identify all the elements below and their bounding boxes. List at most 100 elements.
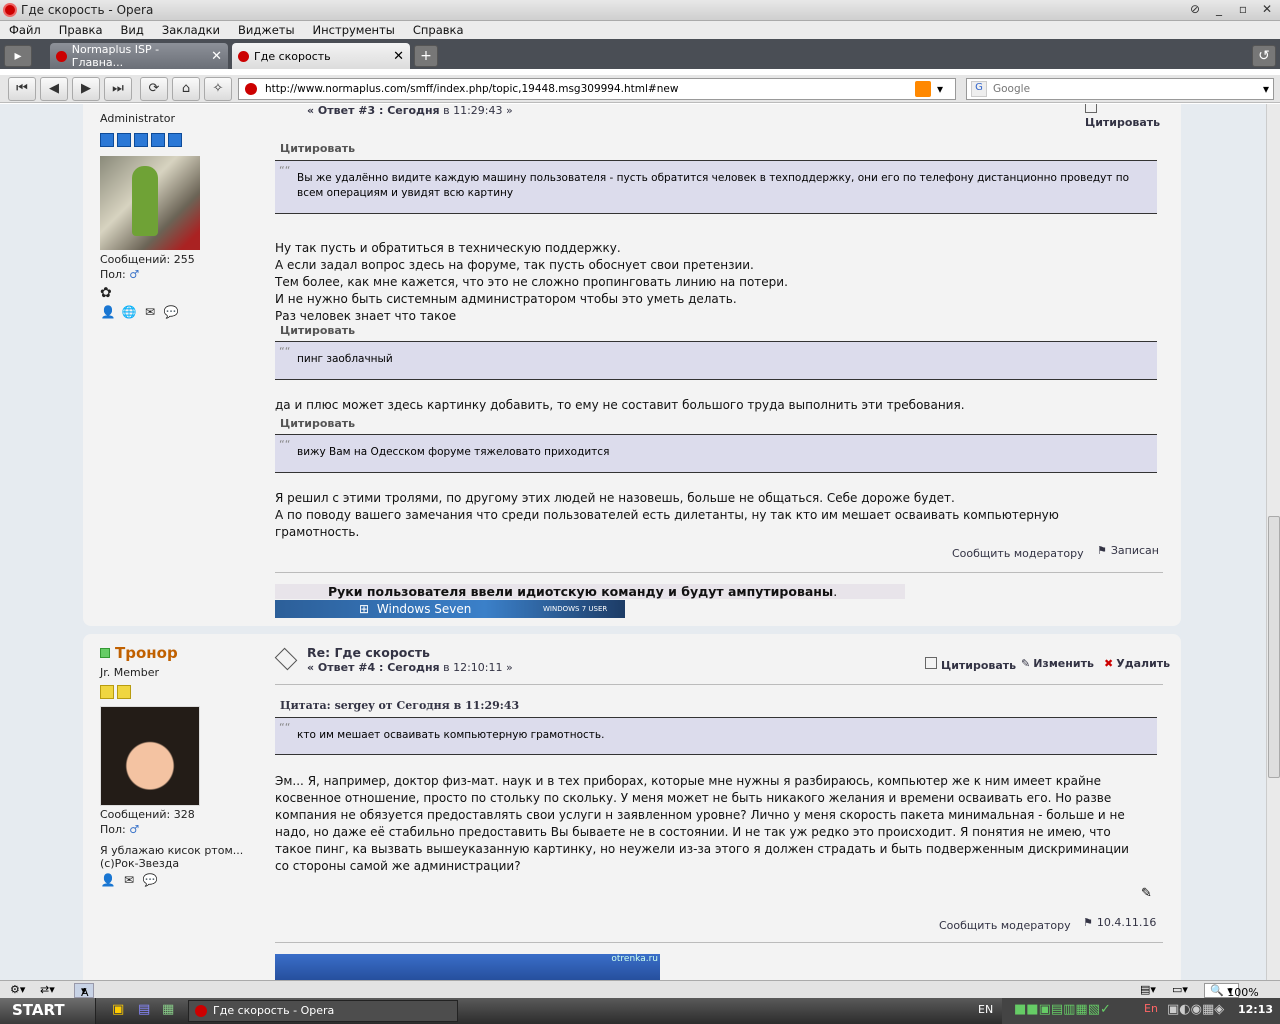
tray-icon[interactable]: En — [1144, 1002, 1158, 1015]
new-tab-button[interactable]: + — [414, 45, 438, 67]
report-link[interactable]: Сообщить модератору — [939, 919, 1071, 932]
quote-header[interactable]: Цитата: sergey от Сегодня в 11:29:43 — [280, 699, 519, 712]
quote-header[interactable]: Цитировать — [280, 417, 355, 430]
post-title[interactable]: Re: Где скорость — [307, 645, 430, 660]
vertical-scrollbar[interactable] — [1266, 104, 1280, 980]
website-icon[interactable]: 🌐 — [121, 305, 137, 321]
post-topic-icon — [274, 647, 298, 671]
tab-where-speed[interactable]: Где скорость ✕ — [232, 43, 410, 69]
reply-number: « Ответ #3 : Сегодня — [307, 104, 440, 117]
search-box[interactable]: G ▾ — [966, 78, 1274, 100]
quote-header[interactable]: Цитировать — [280, 142, 355, 155]
chevron-down-icon[interactable]: ▾ — [937, 82, 943, 96]
ip-indicator: ⚑ 10.4.11.16 — [1083, 916, 1156, 929]
page-icon[interactable]: ▭▾ — [1172, 983, 1188, 996]
text-line: Ну так пусть и обратиться в техническую … — [275, 241, 621, 255]
tab-label: Где скорость — [254, 49, 331, 63]
network-icon[interactable]: ⇄▾ — [40, 983, 55, 996]
search-input[interactable] — [993, 83, 1125, 95]
gender-label: Пол: — [100, 268, 126, 281]
menu-tools[interactable]: Инструменты — [313, 23, 395, 37]
report-to-moderator-icon[interactable]: ✎ — [1141, 886, 1152, 901]
rank-stars — [100, 133, 200, 150]
edit-button[interactable]: ✎ Изменить — [1021, 657, 1094, 670]
email-icon[interactable]: ✉ — [121, 873, 137, 889]
menu-bookmarks[interactable]: Закладки — [162, 23, 220, 37]
delete-button[interactable]: ✖ Удалить — [1104, 657, 1170, 670]
quote-block: пинг заоблачный — [275, 341, 1157, 380]
menu-file[interactable]: Файл — [9, 23, 41, 37]
rss-icon[interactable] — [915, 81, 931, 97]
quote-block: вижу Вам на Одесском форуме тяжеловато п… — [275, 434, 1157, 473]
maximize-button[interactable]: ▫ — [1234, 2, 1252, 16]
quote-header[interactable]: Цитировать — [280, 324, 355, 337]
scrollbar-thumb[interactable] — [1268, 516, 1280, 778]
tab-normaplus[interactable]: Normaplus ISP - Главна... ✕ — [50, 43, 228, 69]
taskbar: START ▣ ▤ ▦ Где скорость - Opera EN ■■▣▤… — [0, 998, 1280, 1024]
close-button[interactable]: ✕ — [1258, 2, 1276, 16]
panel-switch[interactable]: A ▾ — [74, 983, 94, 999]
rewind-button[interactable]: ⏮ — [8, 77, 36, 101]
forward-button[interactable]: ▶ — [72, 77, 100, 101]
language-indicator[interactable]: EN — [978, 1003, 993, 1016]
menu-help[interactable]: Справка — [413, 23, 464, 37]
google-icon: G — [971, 81, 987, 97]
post-body: « Ответ #3 : Сегодня в 11:29:43 » Цитиро… — [275, 104, 1163, 624]
flag-icon: ⚑ — [1083, 916, 1093, 929]
profile-icon[interactable]: 👤 — [100, 873, 116, 889]
close-tab-icon[interactable]: ✕ — [393, 49, 404, 64]
opera-page-icon — [56, 50, 67, 62]
status-bar: ⚙▾ ⇄▾ A ▾ ▤▾ ▭▾ 🔍 100% ▾ — [0, 980, 1280, 999]
pm-icon[interactable]: 💬 — [142, 873, 158, 889]
menu-widgets[interactable]: Виджеты — [238, 23, 295, 37]
back-button[interactable]: ◀ — [40, 77, 68, 101]
zoom-control[interactable]: 🔍 100% ▾ — [1204, 983, 1259, 999]
author-rank: Jr. Member — [100, 666, 159, 679]
profile-icon[interactable]: 👤 — [100, 305, 116, 321]
quote-button[interactable]: Цитировать — [1085, 104, 1160, 129]
email-icon[interactable]: ✉ — [142, 305, 158, 321]
quicklaunch-icon[interactable]: ▣ — [112, 1002, 124, 1017]
restore-icon[interactable]: ⊘ — [1186, 2, 1204, 16]
fast-forward-button[interactable]: ⏭ — [104, 77, 132, 101]
quicklaunch-icon[interactable]: ▦ — [162, 1002, 174, 1017]
signature: Руки пользователя ввели идиотскую команд… — [275, 584, 905, 599]
url-input[interactable] — [265, 83, 905, 95]
quote-button[interactable]: Цитировать — [925, 657, 1016, 672]
chevron-down-icon[interactable]: ▾ — [1263, 82, 1269, 96]
reload-button[interactable]: ⟳ — [140, 77, 168, 101]
tray-icon[interactable]: ▣◐◉▦◈ — [1167, 1002, 1224, 1017]
post-author: Тронор Jr. Member Сообщений: 328 Пол: ♂ … — [100, 644, 243, 889]
tools-icon[interactable]: ⚙▾ — [10, 983, 25, 996]
window-title: Где скорость - Opera — [21, 3, 154, 17]
close-tab-icon[interactable]: ✕ — [211, 49, 222, 64]
wand-button[interactable]: ✧ — [204, 77, 232, 101]
author-rank: Administrator — [100, 112, 175, 125]
address-bar[interactable]: ▾ — [238, 78, 956, 100]
panel-toggle-button[interactable]: ▸ — [4, 45, 32, 67]
delete-icon: ✖ — [1104, 657, 1114, 670]
post-meta: « Ответ #4 : Сегодня в 12:10:11 » — [307, 661, 513, 674]
star-icon — [100, 685, 114, 699]
text-line: Я решил с этими тролями, по другому этих… — [275, 491, 955, 505]
personal-text: Я ублажаю кисок ртом... — [100, 844, 244, 857]
delete-label: Удалить — [1116, 657, 1171, 670]
quicklaunch-icon[interactable]: ▤ — [138, 1002, 150, 1017]
start-button[interactable]: START — [0, 998, 96, 1024]
author-name[interactable]: Тронор — [115, 644, 178, 662]
opera-page-icon — [238, 50, 249, 62]
closed-tabs-button[interactable]: ↺ — [1252, 45, 1276, 67]
forum-post: Тронор Jr. Member Сообщений: 328 Пол: ♂ … — [83, 634, 1181, 980]
report-link[interactable]: Сообщить модератору — [952, 547, 1084, 560]
view-icon[interactable]: ▤▾ — [1140, 983, 1156, 996]
taskbar-item-opera[interactable]: Где скорость - Opera — [188, 1000, 458, 1022]
tray-icon[interactable]: ■■▣▤▥▦▧✓ — [1014, 1002, 1111, 1017]
pm-icon[interactable]: 💬 — [163, 305, 179, 321]
star-icon — [151, 133, 165, 147]
star-icon — [134, 133, 148, 147]
minimize-button[interactable]: _ — [1210, 2, 1228, 16]
start-label: START — [12, 1001, 65, 1019]
menu-edit[interactable]: Правка — [59, 23, 103, 37]
menu-view[interactable]: Вид — [121, 23, 144, 37]
home-button[interactable]: ⌂ — [172, 77, 200, 101]
